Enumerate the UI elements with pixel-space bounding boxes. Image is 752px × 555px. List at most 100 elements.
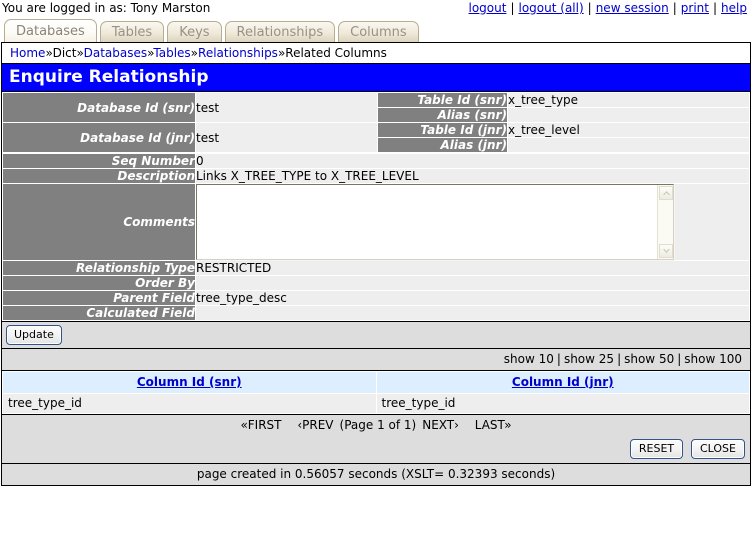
breadcrumb-separator: »	[76, 46, 83, 60]
reset-button[interactable]: RESET	[630, 439, 683, 459]
print-link[interactable]: print	[681, 1, 709, 15]
form-row: Database Id (jnr) test Table Id (jnr) x_…	[3, 123, 750, 138]
value-order-by	[196, 276, 750, 291]
label-alias-snr: Alias (snr)	[378, 108, 508, 123]
session-link-separator: |	[713, 1, 717, 15]
logout-all-link[interactable]: logout (all)	[519, 1, 584, 15]
pagination-bar: «FIRST ‹PREV (Page 1 of 1) NEXT› LAST»	[2, 414, 750, 436]
form-button-bar: Update	[2, 321, 750, 349]
show-10-link[interactable]: show 10	[504, 352, 554, 366]
cell-column-id-snr: tree_type_id	[3, 394, 377, 414]
footer-button-bar: RESET CLOSE	[2, 436, 750, 464]
scroll-down-icon[interactable]	[659, 244, 673, 258]
table-row[interactable]: tree_type_id tree_type_id	[3, 394, 750, 414]
first-page-link[interactable]: «FIRST	[240, 418, 281, 432]
label-table-id-snr: Table Id (snr)	[378, 93, 508, 108]
form-row: Description Links X_TREE_TYPE to X_TREE_…	[3, 169, 750, 184]
breadcrumb-separator: »	[191, 46, 198, 60]
value-alias-jnr	[508, 138, 750, 153]
tab-relationships[interactable]: Relationships	[225, 21, 336, 42]
value-database-id-jnr: test	[196, 123, 378, 153]
tab-keys[interactable]: Keys	[167, 21, 221, 42]
label-comments: Comments	[3, 184, 196, 261]
show-rows-bar: show 10|show 25|show 50|show 100	[2, 349, 750, 371]
comments-cell	[196, 184, 750, 261]
column-header-snr: Column Id (snr)	[3, 372, 377, 394]
breadcrumb-item-tables[interactable]: Tables	[153, 46, 190, 60]
session-link-separator: |	[510, 1, 514, 15]
show-separator: |	[557, 352, 561, 366]
table-header-row: Column Id (snr) Column Id (jnr)	[3, 372, 750, 394]
relationship-form-bottom: Seq Number 0 Description Links X_TREE_TY…	[2, 153, 750, 321]
prev-page-link[interactable]: ‹PREV	[297, 418, 333, 432]
session-link-separator: |	[588, 1, 592, 15]
breadcrumb-item-databases[interactable]: Databases	[84, 46, 148, 60]
comments-textarea-text[interactable]	[197, 185, 656, 259]
close-button[interactable]: CLOSE	[691, 439, 745, 459]
value-table-id-snr: x_tree_type	[508, 93, 750, 108]
cell-column-id-jnr: tree_type_id	[376, 394, 750, 414]
logged-in-as-text: You are logged in as: Tony Marston	[2, 1, 210, 15]
label-database-id-snr: Database Id (snr)	[3, 93, 196, 123]
session-bar: You are logged in as: Tony Marston logou…	[0, 0, 752, 16]
scroll-up-icon[interactable]	[659, 186, 673, 200]
show-separator: |	[617, 352, 621, 366]
relationship-form-top: Database Id (snr) test Table Id (snr) x_…	[2, 92, 750, 153]
new-session-link[interactable]: new session	[596, 1, 669, 15]
value-relationship-type: RESTRICTED	[196, 261, 750, 276]
value-database-id-snr: test	[196, 93, 378, 123]
pager-gap	[288, 418, 292, 432]
page-info: (Page 1 of 1)	[340, 418, 417, 432]
comments-textarea[interactable]	[196, 184, 674, 260]
value-table-id-jnr: x_tree_level	[508, 123, 750, 138]
tab-databases[interactable]: Databases	[4, 19, 97, 42]
pager-gap	[465, 418, 469, 432]
show-separator: |	[677, 352, 681, 366]
form-row: Database Id (snr) test Table Id (snr) x_…	[3, 93, 750, 108]
label-order-by: Order By	[3, 276, 196, 291]
value-parent-field: tree_type_desc	[196, 291, 750, 306]
form-row: Seq Number 0	[3, 154, 750, 169]
show-50-link[interactable]: show 50	[624, 352, 674, 366]
related-columns-table: Column Id (snr) Column Id (jnr) tree_typ…	[2, 371, 750, 414]
value-calculated-field	[196, 306, 750, 321]
column-header-jnr: Column Id (jnr)	[376, 372, 750, 394]
form-row: Calculated Field	[3, 306, 750, 321]
last-page-link[interactable]: LAST»	[475, 418, 512, 432]
label-table-id-jnr: Table Id (jnr)	[378, 123, 508, 138]
breadcrumb-item-relationships[interactable]: Relationships	[198, 46, 278, 60]
form-row: Comments	[3, 184, 750, 261]
breadcrumb-item-dict: Dict	[53, 46, 77, 60]
update-button[interactable]: Update	[6, 325, 62, 345]
show-100-link[interactable]: show 100	[684, 352, 742, 366]
label-relationship-type: Relationship Type	[3, 261, 196, 276]
label-description: Description	[3, 169, 196, 184]
form-row: Parent Field tree_type_desc	[3, 291, 750, 306]
tab-columns[interactable]: Columns	[338, 21, 419, 42]
main-frame: Home»Dict»Databases»Tables»Relationships…	[1, 42, 751, 486]
form-row: Order By	[3, 276, 750, 291]
tab-tables[interactable]: Tables	[100, 21, 164, 42]
breadcrumb-separator: »	[45, 46, 52, 60]
tab-bar: Databases Tables Keys Relationships Colu…	[0, 16, 752, 42]
breadcrumb: Home»Dict»Databases»Tables»Relationships…	[2, 43, 750, 64]
breadcrumb-item-related-columns: Related Columns	[285, 46, 387, 60]
sort-column-id-jnr-link[interactable]: Column Id (jnr)	[512, 375, 614, 389]
value-alias-snr	[508, 108, 750, 123]
next-page-link[interactable]: NEXT›	[422, 418, 459, 432]
help-link[interactable]: help	[721, 1, 747, 15]
comments-scrollbar[interactable]	[657, 185, 673, 259]
show-25-link[interactable]: show 25	[564, 352, 614, 366]
sort-column-id-snr-link[interactable]: Column Id (snr)	[137, 375, 242, 389]
session-links: logout|logout (all)|new session|print|he…	[468, 1, 749, 15]
label-database-id-jnr: Database Id (jnr)	[3, 123, 196, 153]
session-link-separator: |	[673, 1, 677, 15]
label-parent-field: Parent Field	[3, 291, 196, 306]
value-description: Links X_TREE_TYPE to X_TREE_LEVEL	[196, 169, 750, 184]
breadcrumb-item-home[interactable]: Home	[10, 46, 45, 60]
logout-link[interactable]: logout	[469, 1, 507, 15]
label-alias-jnr: Alias (jnr)	[378, 138, 508, 153]
page-title: Enquire Relationship	[2, 64, 750, 92]
page-timing-text: page created in 0.56057 seconds (XSLT= 0…	[2, 464, 750, 485]
form-row: Relationship Type RESTRICTED	[3, 261, 750, 276]
